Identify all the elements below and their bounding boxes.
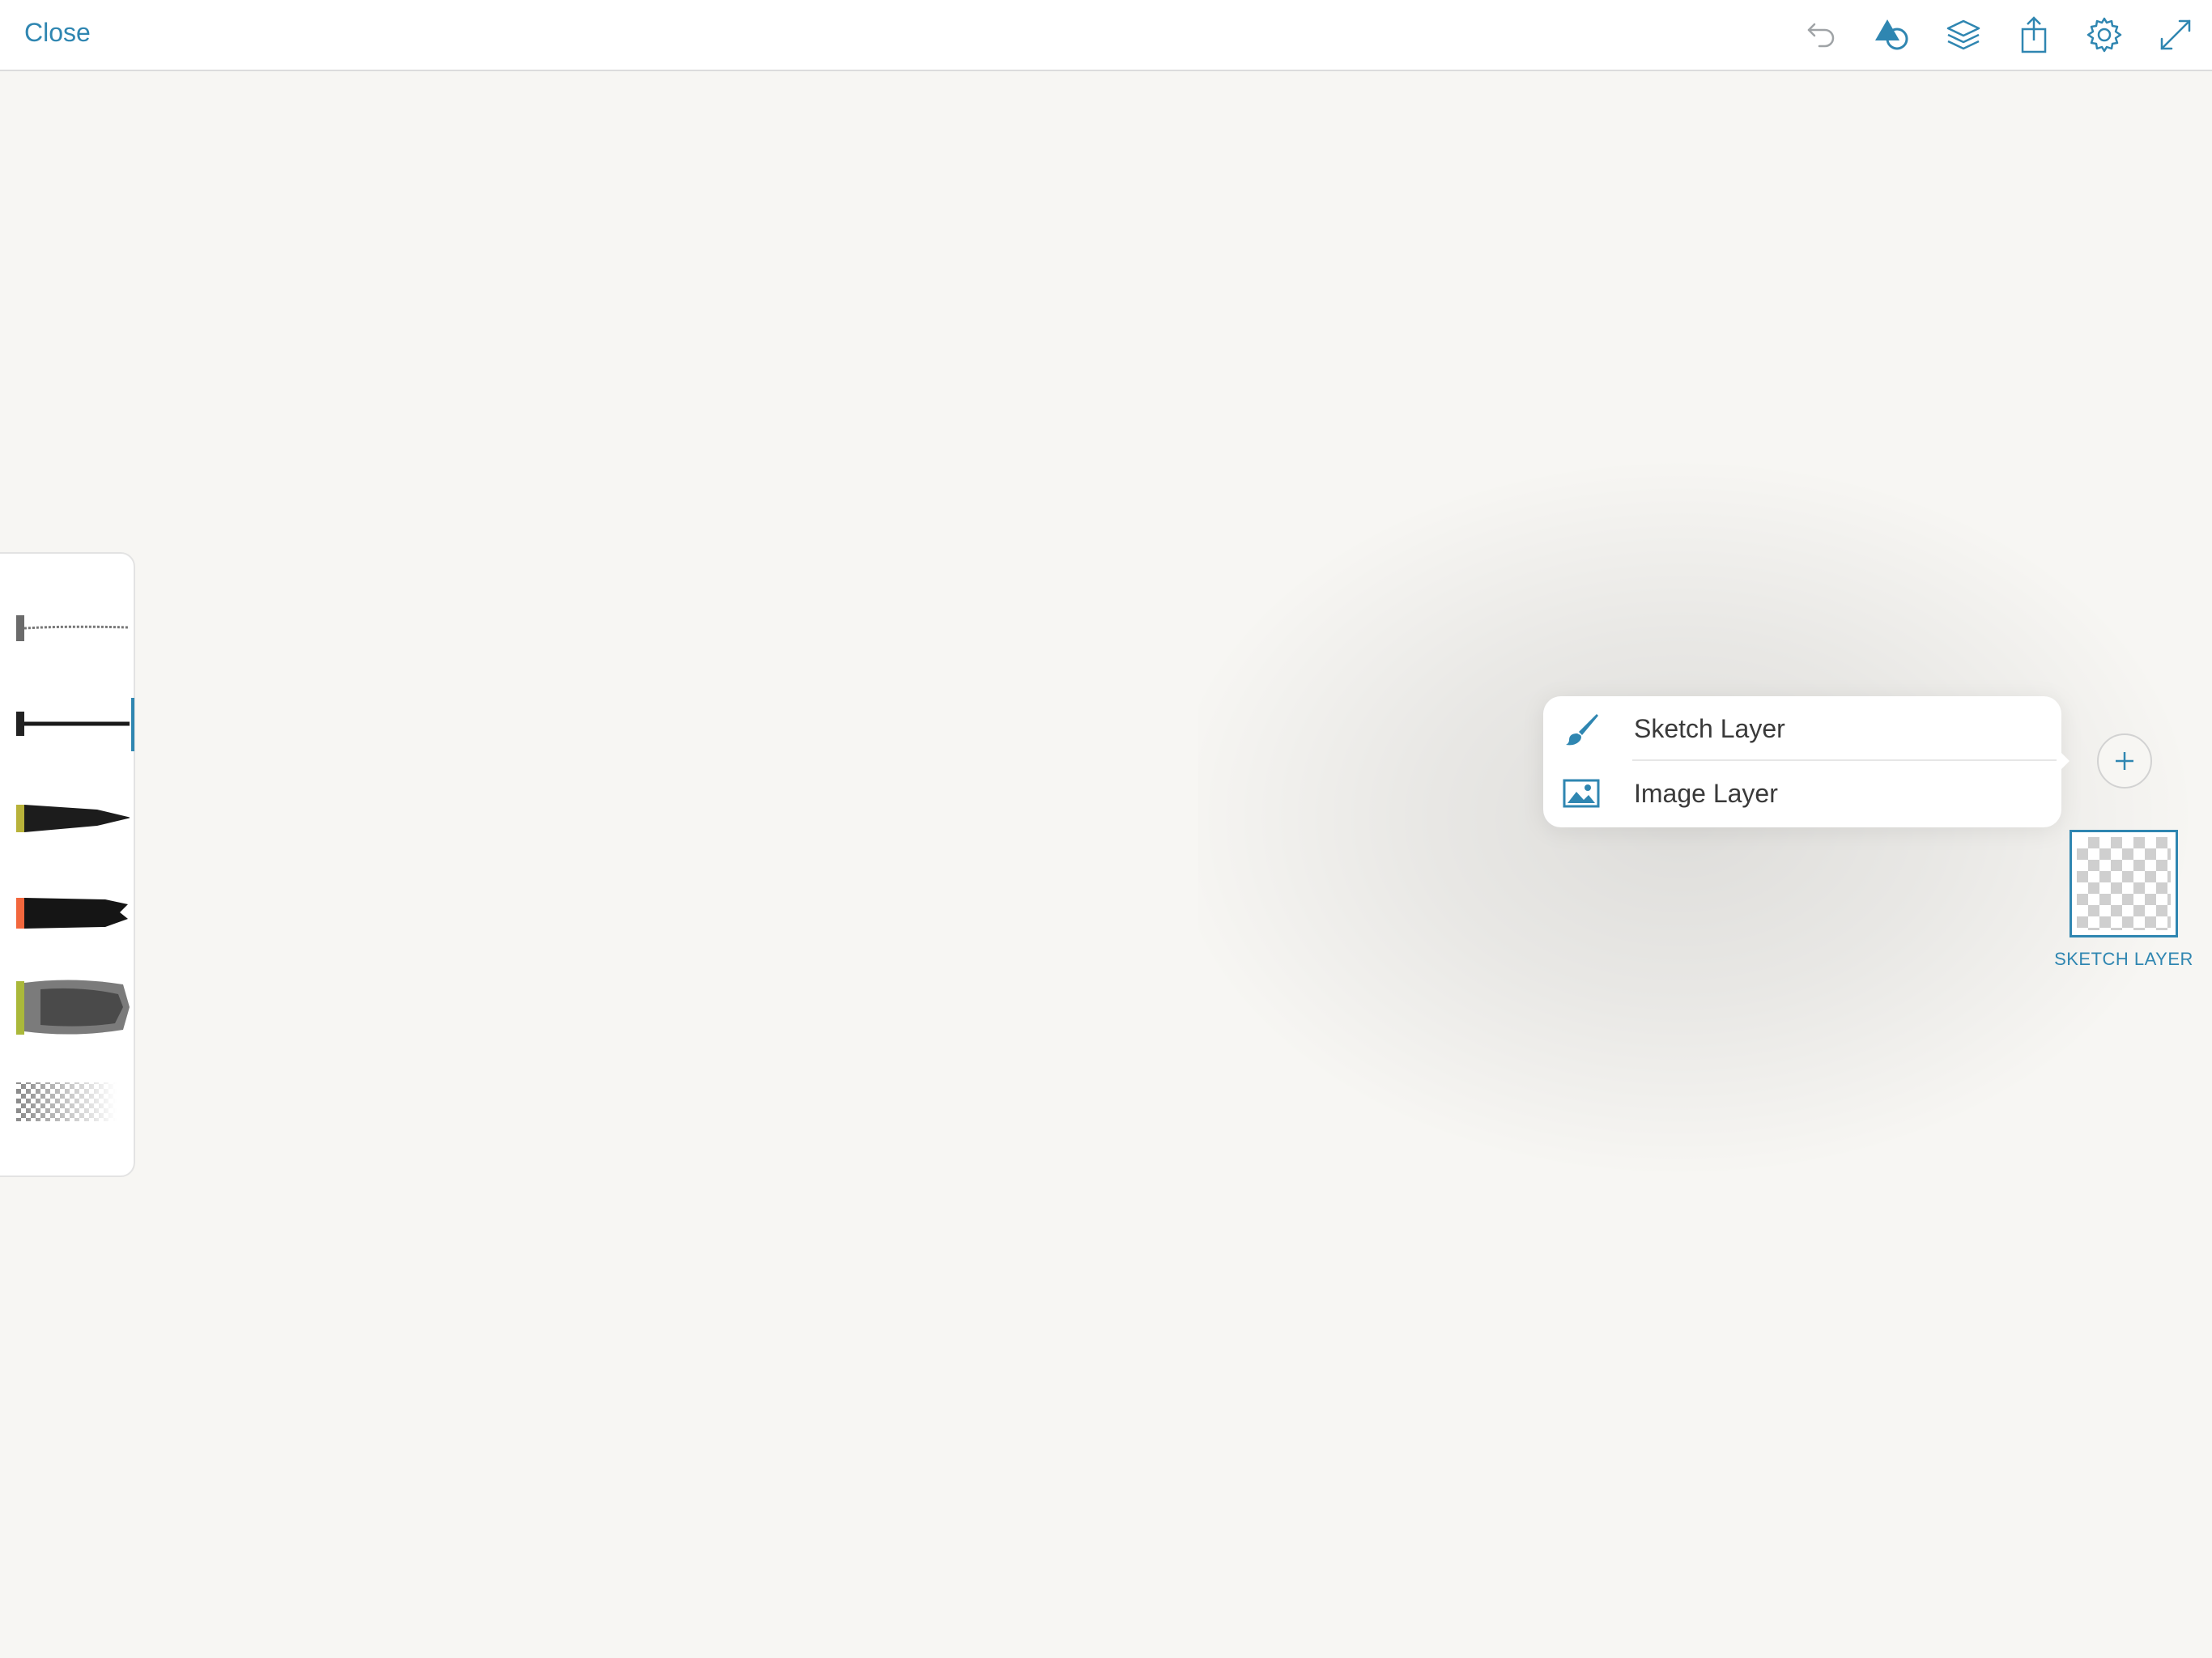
menu-divider: [1632, 759, 2061, 761]
menu-item-sketch-layer[interactable]: Sketch Layer: [1543, 696, 2061, 761]
share-icon[interactable]: [2014, 15, 2054, 55]
image-icon: [1561, 776, 1602, 811]
menu-item-image-layer[interactable]: Image Layer: [1543, 761, 2061, 826]
menu-item-label: Sketch Layer: [1634, 714, 1785, 743]
brush-icon: [1561, 711, 1602, 746]
brush-eraser[interactable]: [16, 1069, 130, 1134]
expand-icon[interactable]: [2155, 15, 2196, 55]
brush-watercolor[interactable]: [16, 975, 130, 1039]
transparency-checkerboard: [2077, 837, 2171, 930]
menu-item-label: Image Layer: [1634, 779, 1778, 808]
brush-marker[interactable]: [16, 785, 130, 850]
selected-brush-indicator: [131, 698, 134, 751]
plus-icon: [2116, 752, 2133, 770]
brush-ink-pen[interactable]: [16, 691, 130, 755]
layer-thumbnail-sketch[interactable]: [2069, 830, 2178, 937]
close-button[interactable]: Close: [24, 18, 91, 48]
add-layer-button[interactable]: [2097, 733, 2152, 789]
gear-icon[interactable]: [2084, 15, 2125, 55]
brush-pencil[interactable]: [16, 596, 130, 661]
brush-paint[interactable]: [16, 880, 130, 945]
top-toolbar: Close: [0, 0, 2212, 71]
add-layer-menu: Sketch Layer Image Layer: [1543, 696, 2061, 827]
layer-label: SKETCH LAYER: [2054, 949, 2193, 969]
layers-icon[interactable]: [1943, 15, 1984, 55]
undo-icon[interactable]: [1802, 15, 1842, 55]
shapes-icon[interactable]: [1872, 15, 1912, 55]
popover-arrow: [2057, 748, 2069, 774]
